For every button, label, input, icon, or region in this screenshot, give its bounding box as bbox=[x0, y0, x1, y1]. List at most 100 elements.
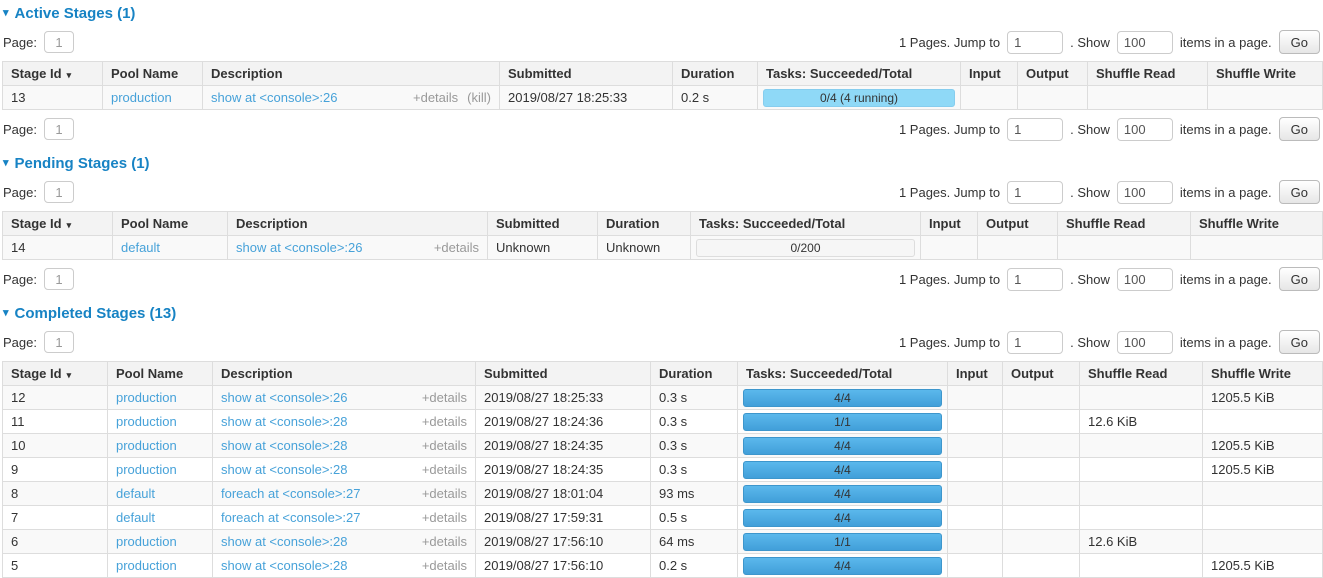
go-button[interactable]: Go bbox=[1279, 180, 1320, 204]
page-number-input[interactable] bbox=[44, 268, 74, 290]
jump-to-page-input[interactable] bbox=[1007, 181, 1063, 204]
column-header-tasks-succeeded-total[interactable]: Tasks: Succeeded/Total bbox=[691, 212, 921, 236]
column-header-description[interactable]: Description bbox=[228, 212, 488, 236]
details-toggle[interactable]: +details bbox=[413, 90, 458, 105]
details-toggle[interactable]: +details bbox=[422, 534, 467, 549]
items-suffix-text: items in a page. bbox=[1180, 272, 1272, 287]
jump-to-page-input[interactable] bbox=[1007, 118, 1063, 141]
stage-description-link[interactable]: show at <console>:28 bbox=[221, 438, 347, 453]
column-header-shuffle-read[interactable]: Shuffle Read bbox=[1088, 62, 1208, 86]
pool-name-link[interactable]: default bbox=[116, 510, 155, 525]
column-header-duration[interactable]: Duration bbox=[651, 362, 738, 386]
items-per-page-input[interactable] bbox=[1117, 118, 1173, 141]
section-title-text: Active Stages (1) bbox=[15, 5, 136, 22]
column-header-pool-name[interactable]: Pool Name bbox=[103, 62, 203, 86]
pool-name-link[interactable]: default bbox=[116, 486, 155, 501]
go-button[interactable]: Go bbox=[1279, 267, 1320, 291]
kill-link[interactable]: (kill) bbox=[467, 90, 491, 105]
task-progress-bar: 0/200 bbox=[696, 239, 915, 257]
column-header-shuffle-write[interactable]: Shuffle Write bbox=[1203, 362, 1323, 386]
stage-description-link[interactable]: show at <console>:28 bbox=[221, 558, 347, 573]
stage-description-link[interactable]: show at <console>:26 bbox=[211, 90, 337, 105]
task-progress-bar: 4/4 bbox=[743, 389, 942, 407]
details-toggle[interactable]: +details bbox=[422, 462, 467, 477]
stage-description-link[interactable]: show at <console>:28 bbox=[221, 534, 347, 549]
details-toggle[interactable]: +details bbox=[422, 438, 467, 453]
pool-name-link[interactable]: production bbox=[116, 462, 177, 477]
page-number-input[interactable] bbox=[44, 181, 74, 203]
column-header-stage-id[interactable]: Stage Id▾ bbox=[3, 62, 103, 86]
items-suffix-text: items in a page. bbox=[1180, 185, 1272, 200]
pool-name-link[interactable]: default bbox=[121, 240, 160, 255]
stage-description-link[interactable]: foreach at <console>:27 bbox=[221, 510, 361, 525]
jump-to-page-input[interactable] bbox=[1007, 31, 1063, 54]
pages-count-text: 1 Pages. Jump to bbox=[899, 35, 1000, 50]
go-button[interactable]: Go bbox=[1279, 117, 1320, 141]
section-toggle-active-stages[interactable]: ▾ Active Stages (1) bbox=[3, 5, 1321, 22]
column-header-description[interactable]: Description bbox=[203, 62, 500, 86]
column-header-output[interactable]: Output bbox=[978, 212, 1058, 236]
input-cell bbox=[961, 86, 1018, 110]
column-header-shuffle-read[interactable]: Shuffle Read bbox=[1058, 212, 1191, 236]
jump-to-page-input[interactable] bbox=[1007, 331, 1063, 354]
stage-description-link[interactable]: show at <console>:26 bbox=[221, 390, 347, 405]
pager-controls: 1 Pages. Jump to. Showitems in a page.Go bbox=[899, 267, 1321, 291]
jump-to-page-input[interactable] bbox=[1007, 268, 1063, 291]
pool-name-link[interactable]: production bbox=[116, 414, 177, 429]
column-header-input[interactable]: Input bbox=[921, 212, 978, 236]
task-progress-bar: 4/4 bbox=[743, 437, 942, 455]
column-header-tasks-succeeded-total[interactable]: Tasks: Succeeded/Total bbox=[738, 362, 948, 386]
column-header-shuffle-write[interactable]: Shuffle Write bbox=[1208, 62, 1323, 86]
column-header-submitted[interactable]: Submitted bbox=[500, 62, 673, 86]
details-toggle[interactable]: +details bbox=[422, 510, 467, 525]
details-toggle[interactable]: +details bbox=[434, 240, 479, 255]
column-header-input[interactable]: Input bbox=[948, 362, 1003, 386]
column-header-duration[interactable]: Duration bbox=[673, 62, 758, 86]
pool-name-link[interactable]: production bbox=[111, 90, 172, 105]
stage-description-link[interactable]: show at <console>:28 bbox=[221, 462, 347, 477]
column-header-duration[interactable]: Duration bbox=[598, 212, 691, 236]
description-wrap: show at <console>:28 +details bbox=[221, 558, 467, 573]
column-header-submitted[interactable]: Submitted bbox=[488, 212, 598, 236]
collapse-arrow-icon: ▾ bbox=[3, 308, 9, 319]
column-header-stage-id[interactable]: Stage Id▾ bbox=[3, 212, 113, 236]
details-toggle[interactable]: +details bbox=[422, 414, 467, 429]
details-toggle[interactable]: +details bbox=[422, 390, 467, 405]
tasks-cell: 4/4 bbox=[738, 458, 948, 482]
column-header-output[interactable]: Output bbox=[1018, 62, 1088, 86]
column-header-pool-name[interactable]: Pool Name bbox=[113, 212, 228, 236]
details-toggle[interactable]: +details bbox=[422, 558, 467, 573]
page-number-input[interactable] bbox=[44, 331, 74, 353]
column-header-shuffle-write[interactable]: Shuffle Write bbox=[1191, 212, 1323, 236]
column-header-output[interactable]: Output bbox=[1003, 362, 1080, 386]
section-toggle-completed-stages[interactable]: ▾ Completed Stages (13) bbox=[3, 305, 1321, 322]
go-button[interactable]: Go bbox=[1279, 330, 1320, 354]
page-number-input[interactable] bbox=[44, 118, 74, 140]
column-header-tasks-succeeded-total[interactable]: Tasks: Succeeded/Total bbox=[758, 62, 961, 86]
items-per-page-input[interactable] bbox=[1117, 31, 1173, 54]
pool-name-link[interactable]: production bbox=[116, 390, 177, 405]
column-header-pool-name[interactable]: Pool Name bbox=[108, 362, 213, 386]
items-per-page-input[interactable] bbox=[1117, 181, 1173, 204]
column-header-label: Duration bbox=[681, 66, 734, 81]
column-header-input[interactable]: Input bbox=[961, 62, 1018, 86]
details-toggle[interactable]: +details bbox=[422, 486, 467, 501]
items-per-page-input[interactable] bbox=[1117, 268, 1173, 291]
shuffle-read-cell: 12.6 KiB bbox=[1080, 410, 1203, 434]
stage-description-link[interactable]: show at <console>:28 bbox=[221, 414, 347, 429]
stage-description-link[interactable]: show at <console>:26 bbox=[236, 240, 362, 255]
items-per-page-input[interactable] bbox=[1117, 331, 1173, 354]
pool-name-link[interactable]: production bbox=[116, 534, 177, 549]
section-toggle-pending-stages[interactable]: ▾ Pending Stages (1) bbox=[3, 155, 1321, 172]
stage-description-link[interactable]: foreach at <console>:27 bbox=[221, 486, 361, 501]
pool-name-link[interactable]: production bbox=[116, 558, 177, 573]
shuffle-write-cell: 1205.5 KiB bbox=[1203, 554, 1323, 578]
page-number-input[interactable] bbox=[44, 31, 74, 53]
pool-name-link[interactable]: production bbox=[116, 438, 177, 453]
column-header-submitted[interactable]: Submitted bbox=[476, 362, 651, 386]
go-button[interactable]: Go bbox=[1279, 30, 1320, 54]
column-header-description[interactable]: Description bbox=[213, 362, 476, 386]
column-header-shuffle-read[interactable]: Shuffle Read bbox=[1080, 362, 1203, 386]
column-header-stage-id[interactable]: Stage Id▾ bbox=[3, 362, 108, 386]
column-header-label: Stage Id bbox=[11, 66, 62, 81]
